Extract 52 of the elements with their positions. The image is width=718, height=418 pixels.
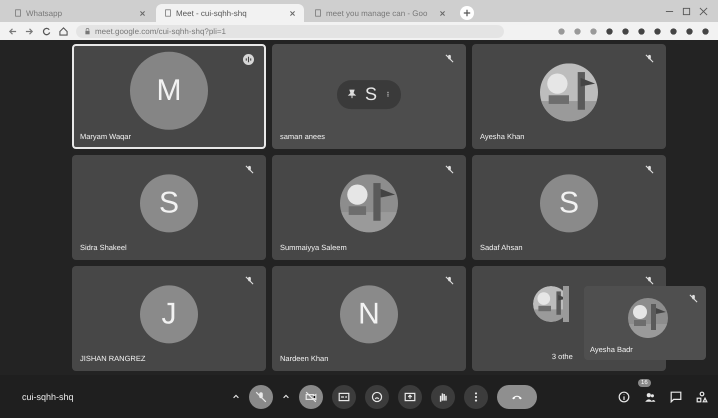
captions-button[interactable] <box>332 384 356 408</box>
avatar: J <box>140 284 198 343</box>
present-button[interactable] <box>398 384 422 408</box>
captions-icon <box>338 390 350 402</box>
tab-title: Whatsapp <box>26 8 64 18</box>
raise-hand-button[interactable] <box>431 384 455 408</box>
maximize-icon[interactable] <box>682 6 691 16</box>
new-tab-button[interactable] <box>460 6 474 20</box>
camera-off-icon <box>305 390 317 402</box>
activities-icon[interactable] <box>696 390 708 402</box>
more-icon[interactable] <box>385 89 391 100</box>
emoji-icon <box>371 390 383 402</box>
avatar: S <box>540 174 598 232</box>
close-icon[interactable] <box>289 10 296 16</box>
muted-mic-icon <box>689 294 698 303</box>
muted-mic-icon <box>255 390 267 402</box>
close-icon[interactable] <box>439 10 446 16</box>
close-icon[interactable] <box>699 6 708 16</box>
reload-icon[interactable] <box>42 26 51 36</box>
avatar: S <box>140 174 198 232</box>
avatar-letter: S <box>365 84 377 105</box>
back-icon[interactable] <box>8 26 17 36</box>
info-icon[interactable] <box>618 390 630 402</box>
microphone-button[interactable] <box>249 384 273 408</box>
chat-icon[interactable] <box>670 390 682 402</box>
tab-title: meet you manage can - Goo <box>326 8 428 18</box>
page-icon <box>164 9 172 17</box>
page-icon <box>14 9 22 17</box>
caret-icon[interactable] <box>232 392 240 400</box>
avatar: N <box>340 284 398 343</box>
camera-button[interactable] <box>299 384 323 408</box>
present-icon <box>404 390 416 402</box>
plus-icon <box>463 9 471 17</box>
avatar: M <box>130 51 208 130</box>
close-icon[interactable] <box>139 10 146 16</box>
browser-tab[interactable]: Whatsapp <box>6 4 154 22</box>
lock-icon <box>84 28 91 34</box>
browser-tab[interactable]: meet you manage can - Goo <box>306 4 454 22</box>
caret-icon[interactable] <box>282 392 290 400</box>
people-icon[interactable] <box>644 390 656 402</box>
leave-call-button[interactable] <box>497 384 537 408</box>
hand-icon <box>437 390 449 402</box>
page-icon <box>314 9 322 17</box>
meeting-code: cui-sqhh-shq <box>22 392 75 402</box>
address-field[interactable]: meet.google.com/cui-sqhh-shq?pli=1 <box>76 24 504 38</box>
emoji-button[interactable] <box>365 384 389 408</box>
tab-title: Meet - cui-sqhh-shq <box>176 8 248 18</box>
pin-icon[interactable] <box>347 89 357 100</box>
browser-tab[interactable]: Meet - cui-sqhh-shq <box>156 4 304 22</box>
home-icon[interactable] <box>59 26 68 36</box>
forward-icon[interactable] <box>25 26 34 36</box>
more-options-button[interactable] <box>464 384 488 408</box>
